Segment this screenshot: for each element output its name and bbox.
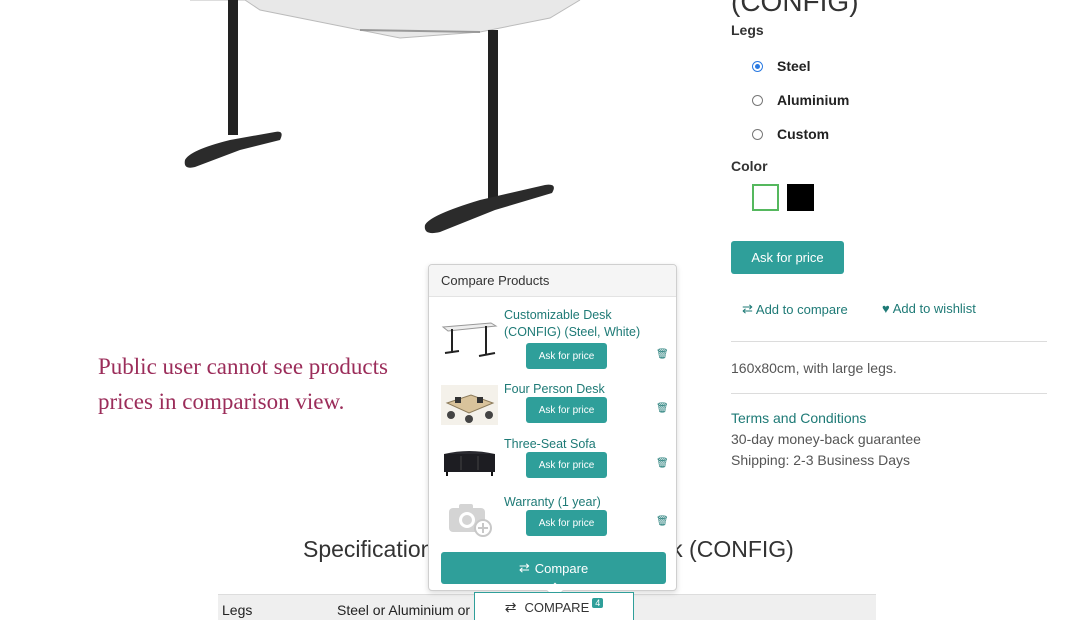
compare-tab[interactable]: ⇄ COMPARE 4 [474, 592, 634, 620]
add-to-wishlist-label: Add to wishlist [892, 301, 976, 316]
annotation-line: prices in comparison view. [98, 389, 345, 414]
compare-tab-label: COMPARE [524, 600, 590, 615]
compare-products-popover: Compare Products Customizable Desk (CONF… [428, 264, 677, 600]
terms-link[interactable]: Terms and Conditions [731, 410, 866, 426]
product-title: (CONFIG) [731, 0, 859, 17]
add-to-wishlist-link[interactable]: ♥ Add to wishlist [882, 301, 976, 316]
divider [731, 393, 1047, 394]
compare-item-name[interactable]: Four Person Desk [504, 381, 649, 398]
compare-button[interactable]: ⇄ Compare [441, 552, 666, 584]
compare-arrows-icon: ⇄ [742, 301, 753, 316]
radio-icon[interactable] [752, 128, 763, 140]
compare-item-ask-button[interactable]: Ask for price [526, 397, 607, 423]
heart-icon: ♥ [882, 301, 890, 316]
desk-thumb-icon [441, 322, 498, 357]
compare-arrows-icon: ⇄ [504, 599, 517, 615]
camera-placeholder-icon [449, 504, 492, 537]
product-description: 160x80cm, with large legs. [731, 360, 897, 376]
sofa-thumb-icon [444, 451, 495, 476]
radio-icon[interactable] [752, 60, 763, 72]
color-swatch-black[interactable] [787, 184, 814, 211]
compare-item-ask-button[interactable]: Ask for price [526, 452, 607, 478]
annotation-line: Public user cannot see products [98, 354, 388, 379]
shipping-text: Shipping: 2-3 Business Days [731, 452, 910, 468]
color-swatch-white[interactable] [752, 184, 779, 211]
legs-option-label: Custom [777, 126, 830, 142]
guarantee-text: 30-day money-back guarantee [731, 431, 921, 447]
compare-item-name[interactable]: Three-Seat Sofa [504, 436, 649, 453]
legs-label: Legs [731, 22, 764, 38]
trash-icon[interactable]: 🗑 [656, 403, 669, 414]
legs-option-steel[interactable]: Steel [752, 58, 810, 74]
compare-item-ask-button[interactable]: Ask for price [526, 510, 607, 536]
compare-count-badge: 4 [592, 597, 604, 608]
compare-arrows-icon: ⇄ [518, 560, 530, 575]
spec-row-label: Legs [222, 602, 253, 618]
divider [731, 341, 1047, 342]
compare-item-name[interactable]: Customizable Desk (CONFIG) (Steel, White… [504, 307, 649, 341]
trash-icon[interactable]: 🗑 [656, 349, 669, 360]
legs-option-custom[interactable]: Custom [752, 126, 829, 142]
compare-item-name[interactable]: Warranty (1 year) [504, 494, 649, 511]
annotation-text: Public user cannot see products prices i… [98, 349, 428, 419]
compare-item-ask-button[interactable]: Ask for price [526, 343, 607, 369]
ask-for-price-button[interactable]: Ask for price [731, 241, 844, 274]
legs-option-label: Steel [777, 58, 811, 74]
legs-option-aluminium[interactable]: Aluminium [752, 92, 849, 108]
radio-icon[interactable] [752, 94, 763, 106]
color-label: Color [731, 158, 768, 174]
legs-option-label: Aluminium [777, 92, 850, 108]
trash-icon[interactable]: 🗑 [656, 458, 669, 469]
add-to-compare-label: Add to compare [755, 301, 848, 317]
office-desk-thumb-icon [441, 385, 498, 425]
trash-icon[interactable]: 🗑 [656, 516, 669, 527]
popover-title: Compare Products [429, 265, 676, 297]
product-image [184, 0, 581, 234]
add-to-compare-link[interactable]: ⇄ Add to compare [742, 301, 848, 317]
compare-button-label: Compare [534, 560, 589, 576]
